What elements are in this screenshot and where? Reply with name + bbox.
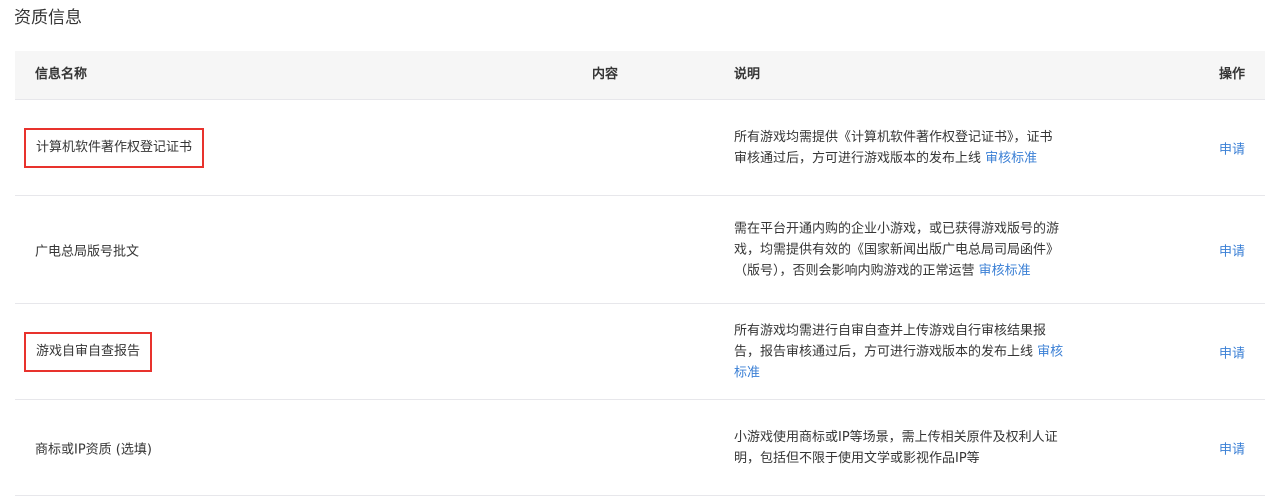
section-title: 资质信息 (14, 8, 82, 28)
table-row: 广电总局版号批文 需在平台开通内购的企业小游戏，或已获得游戏版号的游戏，均需提供… (15, 196, 1265, 304)
apply-button[interactable]: 申请 (1219, 342, 1245, 361)
table-row: 商标或IP资质 (选填) 小游戏使用商标或IP等场景，需上传相关原件及权利人证明… (15, 400, 1265, 496)
review-standard-link[interactable]: 审核标准 (985, 151, 1037, 166)
apply-button[interactable]: 申请 (1219, 240, 1245, 259)
row-desc: 需在平台开通内购的企业小游戏，或已获得游戏版号的游戏，均需提供有效的《国家新闻出… (734, 218, 1064, 281)
row-desc: 所有游戏均需进行自审自查并上传游戏自行审核结果报告，报告审核通过后，方可进行游戏… (734, 320, 1064, 383)
header-action: 操作 (1218, 67, 1245, 82)
table-header: 信息名称 内容 说明 操作 (15, 51, 1265, 100)
qualification-page: 资质信息 信息名称 内容 说明 操作 计算机软件著作权登记证书 所有游戏均需提供… (0, 0, 1281, 500)
review-standard-link[interactable]: 审核标准 (979, 263, 1031, 278)
row-name-trademark-ip: 商标或IP资质 (选填) (35, 442, 152, 457)
header-name: 信息名称 (35, 67, 88, 82)
table-row: 游戏自审自查报告 所有游戏均需进行自审自查并上传游戏自行审核结果报告，报告审核通… (15, 304, 1265, 400)
row-name-software-copyright: 计算机软件著作权登记证书 (24, 127, 205, 168)
row-desc-text: 小游戏使用商标或IP等场景，需上传相关原件及权利人证明，包括但不限于使用文学或影… (734, 429, 1058, 466)
row-desc: 所有游戏均需提供《计算机软件著作权登记证书》，证书审核通过后，方可进行游戏版本的… (734, 127, 1064, 169)
header-content: 内容 (592, 67, 619, 82)
row-desc-text: 所有游戏均需进行自审自查并上传游戏自行审核结果报告，报告审核通过后，方可进行游戏… (734, 323, 1047, 359)
header-desc: 说明 (734, 67, 761, 82)
apply-button[interactable]: 申请 (1219, 438, 1245, 457)
apply-button[interactable]: 申请 (1219, 138, 1245, 157)
table-row: 计算机软件著作权登记证书 所有游戏均需提供《计算机软件著作权登记证书》，证书审核… (15, 100, 1265, 196)
row-desc: 小游戏使用商标或IP等场景，需上传相关原件及权利人证明，包括但不限于使用文学或影… (734, 427, 1064, 469)
row-name-license-approval: 广电总局版号批文 (35, 244, 140, 259)
qualification-table: 信息名称 内容 说明 操作 计算机软件著作权登记证书 所有游戏均需提供《计算机软… (15, 51, 1265, 496)
row-name-self-review-report: 游戏自审自查报告 (24, 331, 153, 372)
